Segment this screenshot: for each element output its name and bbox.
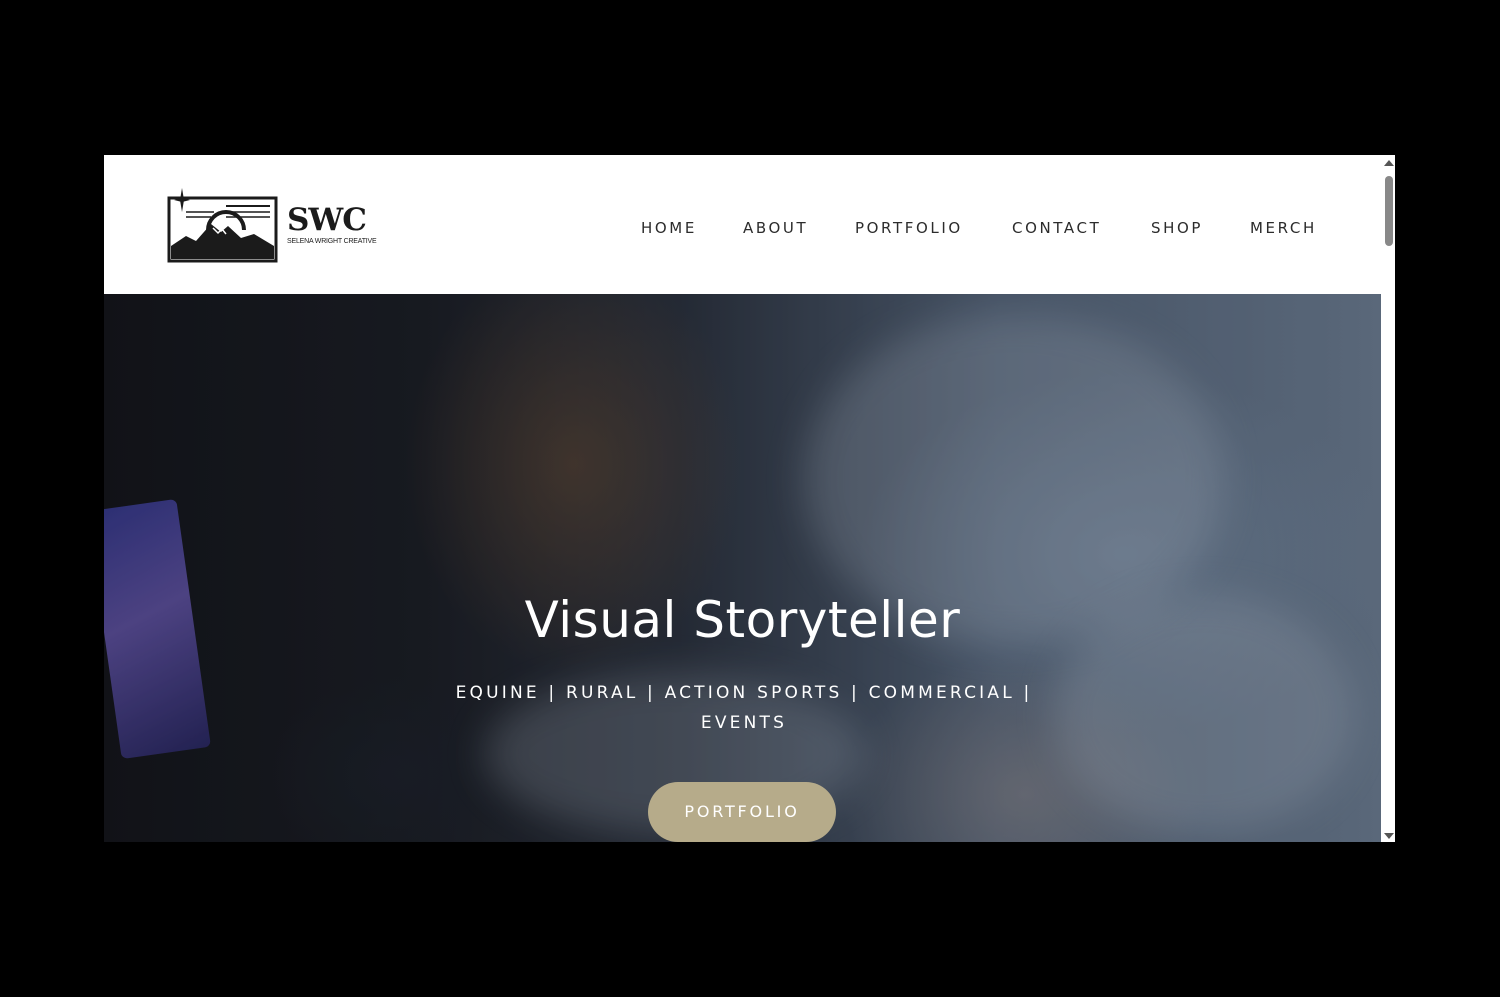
hero-subtitle: EQUINE | RURAL | ACTION SPORTS | COMMERC… bbox=[455, 683, 1033, 733]
logo-subtitle: SELENA WRIGHT CREATIVE bbox=[287, 238, 377, 245]
chevron-up-icon[interactable] bbox=[1384, 160, 1394, 166]
hero-title: Visual Storyteller bbox=[524, 591, 961, 649]
site-header: SWC SELENA WRIGHT CREATIVE HOME ABOUT PO… bbox=[104, 155, 1381, 294]
scrollbar-thumb[interactable] bbox=[1385, 176, 1393, 246]
hero-section: Visual Storyteller EQUINE | RURAL | ACTI… bbox=[104, 294, 1381, 842]
chevron-down-icon[interactable] bbox=[1384, 833, 1394, 839]
nav-portfolio[interactable]: PORTFOLIO bbox=[855, 218, 963, 238]
nav-home[interactable]: HOME bbox=[641, 218, 697, 238]
nav-merch[interactable]: MERCH bbox=[1250, 218, 1317, 238]
nav-shop[interactable]: SHOP bbox=[1151, 218, 1203, 238]
page-scrollbar[interactable] bbox=[1381, 155, 1395, 842]
nav-contact[interactable]: CONTACT bbox=[1012, 218, 1101, 238]
site-logo[interactable]: SWC SELENA WRIGHT CREATIVE bbox=[166, 185, 381, 265]
portfolio-button[interactable]: PORTFOLIO bbox=[648, 782, 836, 842]
hero-background-image bbox=[104, 294, 1381, 842]
hero-overlay bbox=[104, 294, 1381, 842]
browser-viewport: SWC SELENA WRIGHT CREATIVE HOME ABOUT PO… bbox=[104, 155, 1395, 842]
mountain-emblem-icon bbox=[167, 188, 278, 263]
logo-wordmark: SWC bbox=[287, 202, 367, 238]
nav-about[interactable]: ABOUT bbox=[743, 218, 808, 238]
logo-text: SWC SELENA WRIGHT CREATIVE bbox=[287, 202, 377, 246]
